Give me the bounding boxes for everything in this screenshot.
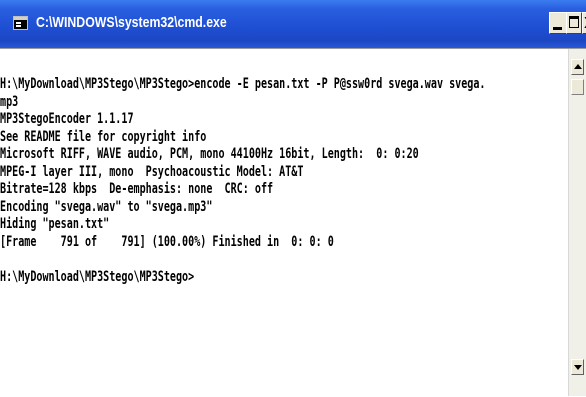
console-line: Encoding "svega.wav" to "svega.mp3" (0, 199, 213, 215)
window-title: C:\WINDOWS\system32\cmd.exe (36, 14, 227, 31)
console-line: [Frame 791 of 791] (100.00%) Finished in… (0, 234, 334, 250)
console-area: H:\MyDownload\MP3Stego\MP3Stego>encode -… (0, 48, 586, 397)
maximize-icon (569, 16, 579, 28)
console-line: mp3 (0, 94, 19, 110)
scroll-up-button[interactable] (571, 59, 584, 75)
title-bar[interactable]: C:\WINDOWS\system32\cmd.exe X (0, 0, 586, 48)
minimize-icon (553, 27, 562, 30)
console-output[interactable]: H:\MyDownload\MP3Stego\MP3Stego>encode -… (0, 49, 568, 397)
cmd-window: C:\WINDOWS\system32\cmd.exe X H:\MyDownl… (0, 0, 586, 397)
minimize-button[interactable] (549, 12, 567, 34)
scroll-down-button[interactable] (571, 359, 584, 375)
vertical-scrollbar[interactable] (568, 49, 586, 396)
console-line: See README file for copyright info (0, 129, 207, 145)
close-button[interactable]: X (582, 12, 586, 34)
console-line: MPEG-I layer III, mono Psychoacoustic Mo… (0, 164, 304, 180)
maximize-button[interactable] (566, 12, 582, 34)
console-line: Microsoft RIFF, WAVE audio, PCM, mono 44… (0, 146, 419, 162)
console-line: Hiding "pesan.txt" (0, 216, 110, 232)
arrow-up-icon (574, 64, 582, 69)
console-line: MP3StegoEncoder 1.1.17 (0, 111, 134, 127)
console-line: H:\MyDownload\MP3Stego\MP3Stego> (0, 269, 195, 285)
arrow-down-icon (574, 365, 582, 370)
console-line: H:\MyDownload\MP3Stego\MP3Stego>encode -… (0, 76, 486, 92)
scroll-thumb[interactable] (571, 79, 584, 95)
console-icon[interactable] (13, 16, 28, 30)
console-line: Bitrate=128 kbps De-emphasis: none CRC: … (0, 181, 274, 197)
